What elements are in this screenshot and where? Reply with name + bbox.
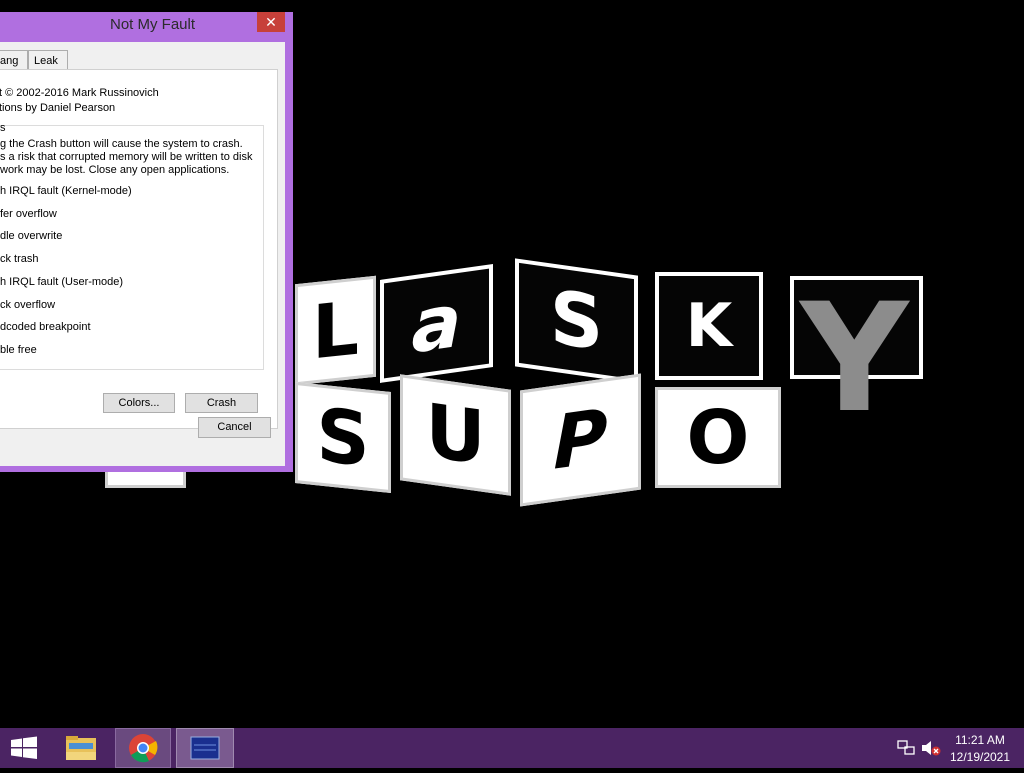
option-stack-overflow[interactable]: ck overflow xyxy=(0,299,55,311)
logo-tile-k: K xyxy=(655,272,763,380)
option-hardcoded-breakpoint[interactable]: dcoded breakpoint xyxy=(0,321,91,333)
tab-leak[interactable]: Leak xyxy=(28,50,68,70)
volume-muted-icon[interactable] xyxy=(920,739,942,757)
not-my-fault-window: Not My Fault ✕ ang Leak t © 2002-2016 Ma… xyxy=(0,12,293,472)
taskbar-file-explorer[interactable] xyxy=(52,728,110,768)
logo-letter: S xyxy=(549,274,604,368)
file-explorer-icon xyxy=(66,736,96,760)
option-double-free[interactable]: ble free xyxy=(0,344,37,356)
taskbar-chrome[interactable] xyxy=(115,728,171,768)
cancel-button[interactable]: Cancel xyxy=(198,417,271,438)
logo-big-y: Y xyxy=(800,272,909,446)
tab-hang[interactable]: ang xyxy=(0,50,28,70)
taskbar: 11:21 AM 12/19/2021 xyxy=(0,728,1024,768)
window-app-icon xyxy=(190,736,220,760)
logo-tile-o: O xyxy=(655,387,781,488)
warning-line: work may be lost. Close any open applica… xyxy=(0,164,230,176)
warning-line: s a risk that corrupted memory will be w… xyxy=(0,151,253,163)
logo-letter: S xyxy=(316,391,370,484)
logo-letter: P xyxy=(553,393,608,487)
logo-letter: O xyxy=(686,394,750,481)
warning-line: g the Crash button will cause the system… xyxy=(0,138,243,150)
clock-time[interactable]: 11:21 AM xyxy=(948,733,1012,747)
option-high-irql-kernel[interactable]: h IRQL fault (Kernel-mode) xyxy=(0,185,132,197)
close-button[interactable]: ✕ xyxy=(257,12,285,32)
logo-letter: U xyxy=(425,387,486,483)
window-title: Not My Fault xyxy=(109,16,196,33)
logo-letter: a xyxy=(411,276,462,371)
copyright-text: t © 2002-2016 Mark Russinovich xyxy=(0,87,159,99)
taskbar-active-window[interactable] xyxy=(176,728,234,768)
logo-letter: L xyxy=(311,285,360,376)
logo-tile-p: P xyxy=(520,373,641,507)
crash-tab-panel: t © 2002-2016 Mark Russinovich tions by … xyxy=(0,69,278,429)
logo-tile-s: S xyxy=(515,258,638,384)
logo-tile-u: U xyxy=(400,374,511,496)
option-handle-overwrite[interactable]: dle overwrite xyxy=(0,230,62,242)
dialog-client-area: ang Leak t © 2002-2016 Mark Russinovich … xyxy=(0,42,285,466)
option-stack-trash[interactable]: ck trash xyxy=(0,253,39,265)
title-bar[interactable]: Not My Fault ✕ xyxy=(0,12,293,42)
network-icon[interactable] xyxy=(896,739,916,757)
clock-date[interactable]: 12/19/2021 xyxy=(948,750,1012,764)
start-button[interactable] xyxy=(0,728,48,768)
options-group: s g the Crash button will cause the syst… xyxy=(0,122,264,370)
logo-tile-l: L xyxy=(295,275,376,386)
colors-button[interactable]: Colors... xyxy=(103,393,175,413)
group-label: s xyxy=(0,122,6,134)
logo-tile-s2: S xyxy=(295,381,391,494)
option-high-irql-user[interactable]: h IRQL fault (User-mode) xyxy=(0,276,123,288)
logo-tile-a: a xyxy=(380,264,493,383)
option-buffer-overflow[interactable]: fer overflow xyxy=(0,208,57,220)
logo-letter: K xyxy=(685,291,733,361)
start-icon xyxy=(11,736,37,759)
credit-text: tions by Daniel Pearson xyxy=(0,102,116,114)
crash-button[interactable]: Crash xyxy=(185,393,258,413)
close-icon: ✕ xyxy=(265,14,277,30)
chrome-icon xyxy=(129,734,158,763)
